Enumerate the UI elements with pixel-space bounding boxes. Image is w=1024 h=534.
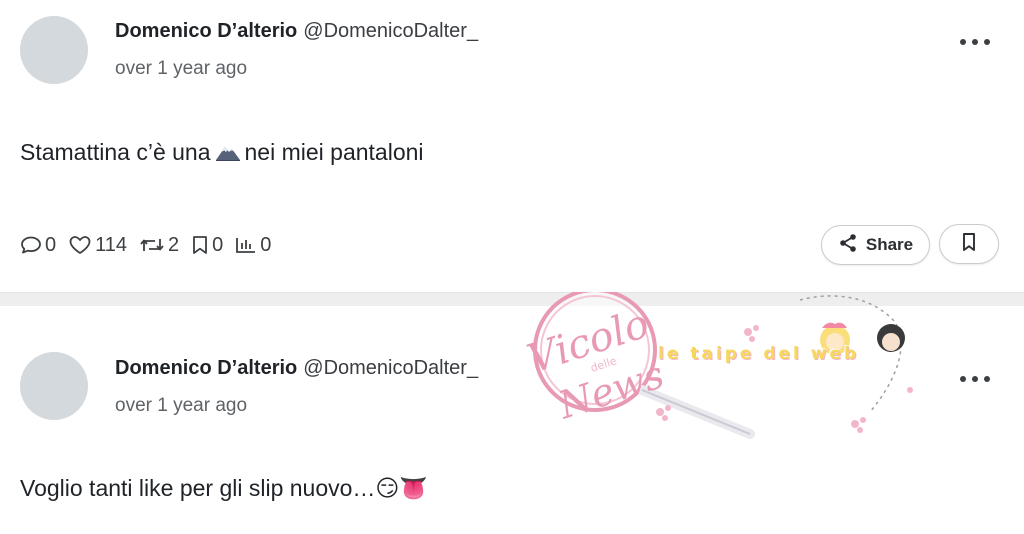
post-timestamp: over 1 year ago — [115, 395, 248, 416]
mountain-icon — [215, 139, 241, 169]
repost-stat[interactable]: 2 — [139, 234, 179, 257]
post-text: Stamattina c’è una nei miei pantaloni — [20, 137, 424, 169]
repost-icon — [139, 235, 165, 255]
post-stats: 0 114 2 0 0 — [20, 231, 271, 259]
post-author: Domenico D’alterio @DomenicoDalter_ — [115, 19, 478, 43]
more-dot-icon — [972, 376, 978, 382]
post-timestamp: over 1 year ago — [115, 58, 248, 79]
share-icon — [838, 233, 858, 258]
feed: Domenico D’alterio @DomenicoDalter_ over … — [0, 0, 1024, 534]
bookmark-button[interactable] — [939, 224, 999, 264]
share-button[interactable]: Share — [821, 225, 930, 265]
bookmark-stat[interactable]: 0 — [191, 234, 223, 257]
more-dot-icon — [960, 376, 966, 382]
more-dot-icon — [984, 376, 990, 382]
bookmark-icon — [960, 232, 978, 257]
repost-count: 2 — [168, 233, 180, 256]
post-card: Domenico D’alterio @DomenicoDalter_ over … — [0, 0, 1024, 292]
more-dot-icon — [972, 39, 978, 45]
like-stat[interactable]: 114 — [68, 234, 127, 257]
share-label: Share — [865, 235, 914, 254]
more-dot-icon — [960, 39, 966, 45]
author-display-name[interactable]: Domenico D’alterio — [115, 20, 297, 42]
bookmark-count: 0 — [212, 233, 224, 256]
views-count: 0 — [260, 233, 272, 256]
post-text: Voglio tanti like per gli slip nuovo…😏👅 — [20, 475, 429, 501]
views-stat[interactable]: 0 — [235, 234, 271, 257]
more-options-button[interactable] — [960, 36, 990, 48]
analytics-icon — [235, 235, 257, 255]
post-author: Domenico D’alterio @DomenicoDalter_ — [115, 356, 478, 380]
like-count: 114 — [95, 233, 128, 256]
author-handle[interactable]: @DomenicoDalter_ — [303, 20, 478, 42]
heart-icon — [68, 235, 92, 255]
reply-count: 0 — [45, 233, 57, 256]
avatar[interactable] — [20, 16, 88, 84]
author-display-name[interactable]: Domenico D’alterio — [115, 357, 297, 379]
more-dot-icon — [984, 39, 990, 45]
more-options-button[interactable] — [960, 373, 990, 385]
comment-icon — [20, 235, 42, 255]
bookmark-icon — [191, 235, 209, 255]
post-text-before: Stamattina c’è una — [20, 139, 211, 165]
avatar[interactable] — [20, 352, 88, 420]
post-text-after: nei miei pantaloni — [244, 139, 424, 165]
post-divider — [0, 292, 1024, 306]
author-handle[interactable]: @DomenicoDalter_ — [303, 357, 478, 379]
reply-stat[interactable]: 0 — [20, 234, 56, 257]
